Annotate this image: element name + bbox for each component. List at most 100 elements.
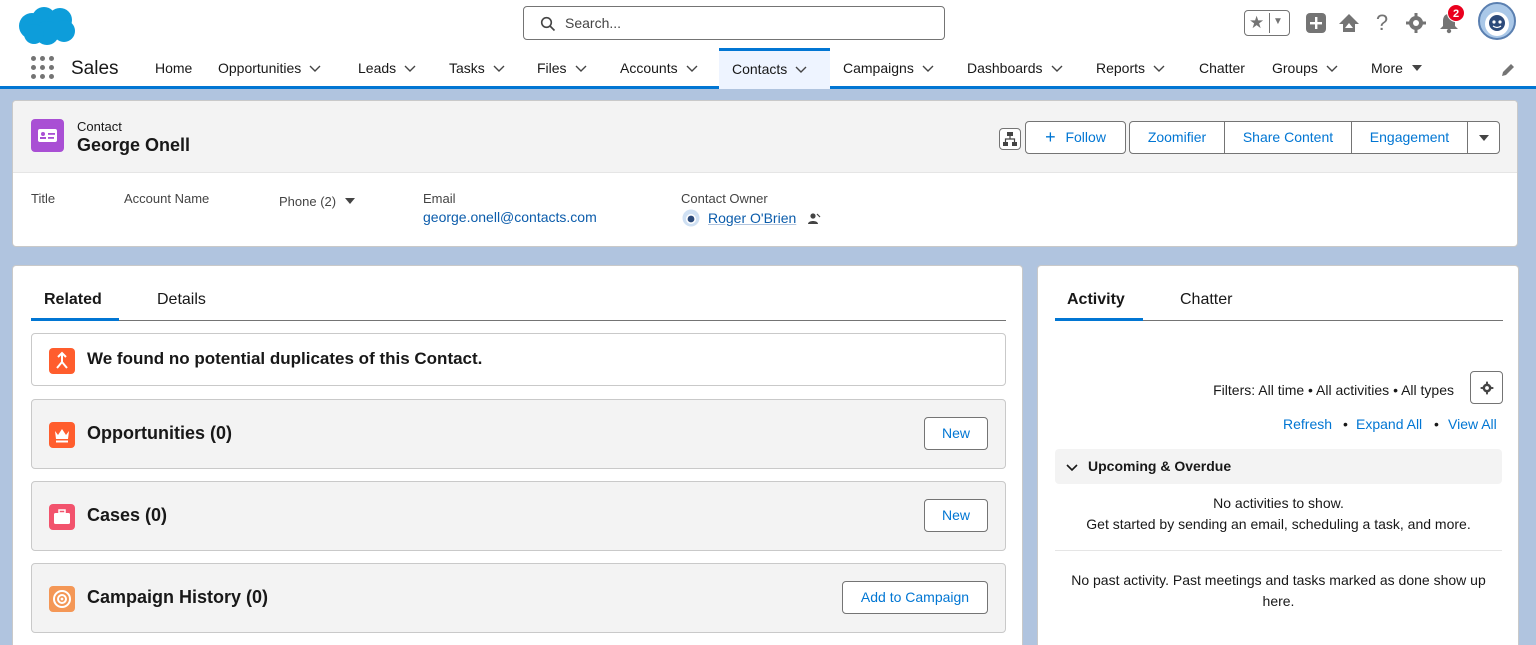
tab-details[interactable]: Details — [157, 291, 206, 309]
more-actions-button[interactable] — [1467, 121, 1500, 154]
campaign-history-related-list: Campaign History (0) Add to Campaign — [31, 563, 1006, 633]
new-case-button[interactable]: New — [924, 499, 988, 532]
nav-item-opportunities[interactable]: Opportunities — [218, 48, 321, 89]
app-name: Sales — [71, 58, 119, 79]
caret-down-icon: ▼ — [1273, 16, 1283, 27]
chevron-down-icon[interactable] — [686, 62, 698, 74]
tab-related[interactable]: Related — [44, 291, 102, 309]
no-past-activity-message-line1: No past activity. Past meetings and task… — [1071, 572, 1486, 588]
campaign-target-icon — [49, 586, 75, 612]
chevron-down-icon[interactable] — [1051, 62, 1063, 74]
owner-avatar-icon — [682, 209, 700, 227]
tab-activity[interactable]: Activity — [1067, 291, 1125, 309]
nav-item-dashboards[interactable]: Dashboards — [967, 48, 1063, 89]
chevron-down-icon[interactable] — [922, 62, 934, 74]
duplicate-merge-icon — [49, 348, 75, 374]
nav-item-leads[interactable]: Leads — [358, 48, 416, 89]
nav-item-contacts[interactable]: Contacts — [719, 48, 830, 89]
view-all-link[interactable]: View All — [1448, 416, 1497, 432]
chevron-down-icon[interactable] — [575, 62, 587, 74]
nav-item-label: More — [1371, 60, 1403, 76]
nav-item-campaigns[interactable]: Campaigns — [843, 48, 934, 89]
chevron-down-icon[interactable] — [309, 62, 321, 74]
change-owner-icon[interactable] — [807, 212, 821, 226]
share-content-label: Share Content — [1242, 129, 1334, 145]
chevron-down-icon[interactable] — [493, 62, 505, 74]
hierarchy-button[interactable] — [999, 128, 1021, 150]
nav-item-files[interactable]: Files — [537, 48, 587, 89]
svg-text:?: ? — [1376, 11, 1388, 35]
chevron-down-icon[interactable] — [1153, 62, 1165, 74]
section-divider — [1055, 550, 1502, 551]
setup-gear-icon[interactable] — [1405, 12, 1427, 34]
opportunities-title[interactable]: Opportunities (0) — [87, 423, 232, 444]
nav-item-home[interactable]: Home — [155, 48, 192, 89]
global-search[interactable]: Search... — [523, 6, 945, 40]
new-opportunity-button[interactable]: New — [924, 417, 988, 450]
nav-item-groups[interactable]: Groups — [1272, 48, 1338, 89]
opportunities-related-list: Opportunities (0) New — [31, 399, 1006, 469]
nav-item-label: Home — [155, 60, 193, 76]
record-header: Contact George Onell + Follow Zoomifier … — [13, 101, 1517, 173]
nav-item-label: Files — [537, 60, 567, 76]
phone-field-label[interactable]: Phone (2) — [279, 194, 356, 209]
activity-filter-settings-button[interactable] — [1470, 371, 1503, 404]
activity-filters-text: Filters: All time • All activities • All… — [1213, 382, 1454, 398]
help-icon[interactable]: ? — [1372, 11, 1392, 35]
duplicates-message: We found no potential duplicates of this… — [87, 349, 483, 368]
app-navigation-bar: Sales Home Opportunities Leads Tasks Fil… — [0, 48, 1536, 89]
chevron-down-icon[interactable] — [1326, 62, 1338, 74]
global-create-icon[interactable] — [1305, 12, 1327, 34]
upcoming-overdue-section-header[interactable]: Upcoming & Overdue — [1055, 449, 1502, 484]
tab-divider — [31, 320, 1006, 321]
nav-item-label: Reports — [1096, 60, 1146, 76]
nav-item-reports[interactable]: Reports — [1096, 48, 1165, 89]
chevron-down-icon — [1066, 464, 1078, 472]
contact-owner-link[interactable]: Roger O'Brien — [708, 210, 796, 226]
upcoming-overdue-title: Upcoming & Overdue — [1088, 458, 1232, 474]
share-content-button[interactable]: Share Content — [1224, 121, 1352, 154]
zoomifier-button[interactable]: Zoomifier — [1129, 121, 1225, 154]
user-avatar[interactable] — [1478, 2, 1516, 40]
zoomifier-label: Zoomifier — [1147, 129, 1207, 145]
tab-chatter[interactable]: Chatter — [1180, 291, 1232, 309]
phone-label-text: Phone (2) — [279, 194, 337, 209]
record-name: George Onell — [77, 135, 191, 155]
caret-down-icon — [1411, 65, 1422, 71]
add-to-campaign-button[interactable]: Add to Campaign — [842, 581, 988, 614]
chevron-down-icon[interactable] — [795, 63, 807, 75]
divider — [1269, 13, 1270, 33]
nav-item-accounts[interactable]: Accounts — [620, 48, 698, 89]
nav-item-label: Dashboards — [967, 60, 1043, 76]
nav-item-label: Campaigns — [843, 60, 914, 76]
cases-title[interactable]: Cases (0) — [87, 505, 167, 526]
caret-down-icon — [344, 198, 355, 204]
record-highlights-panel: Contact George Onell + Follow Zoomifier … — [12, 100, 1518, 247]
search-icon — [540, 16, 556, 32]
campaign-history-title[interactable]: Campaign History (0) — [87, 587, 268, 608]
no-past-activity-message-line2: here. — [1262, 593, 1295, 609]
plus-icon: + — [1045, 127, 1056, 147]
get-started-message: Get started by sending an email, schedul… — [1086, 516, 1471, 532]
trailhead-guidance-icon[interactable] — [1338, 12, 1360, 34]
expand-all-link[interactable]: Expand All — [1356, 416, 1422, 432]
nav-item-label: Chatter — [1199, 60, 1245, 76]
nav-item-more[interactable]: More — [1371, 48, 1423, 89]
follow-button[interactable]: + Follow — [1025, 121, 1126, 154]
cases-related-list: Cases (0) New — [31, 481, 1006, 551]
nav-item-label: Groups — [1272, 60, 1318, 76]
salesforce-logo[interactable] — [16, 4, 78, 46]
astro-avatar-icon — [1485, 12, 1509, 36]
nav-item-chatter[interactable]: Chatter — [1199, 48, 1245, 89]
new-button-label: New — [941, 425, 970, 441]
refresh-link[interactable]: Refresh — [1283, 416, 1332, 432]
hierarchy-icon — [1003, 132, 1017, 146]
related-panel: Related Details We found no potential du… — [12, 265, 1023, 645]
app-launcher-icon[interactable] — [31, 56, 55, 80]
edit-nav-pencil-icon[interactable] — [1500, 62, 1516, 78]
email-link[interactable]: george.onell@contacts.com — [423, 209, 597, 225]
engagement-button[interactable]: Engagement — [1351, 121, 1468, 154]
favorites-button[interactable]: ★ ▼ — [1244, 10, 1290, 36]
nav-item-tasks[interactable]: Tasks — [449, 48, 505, 89]
chevron-down-icon[interactable] — [404, 62, 416, 74]
